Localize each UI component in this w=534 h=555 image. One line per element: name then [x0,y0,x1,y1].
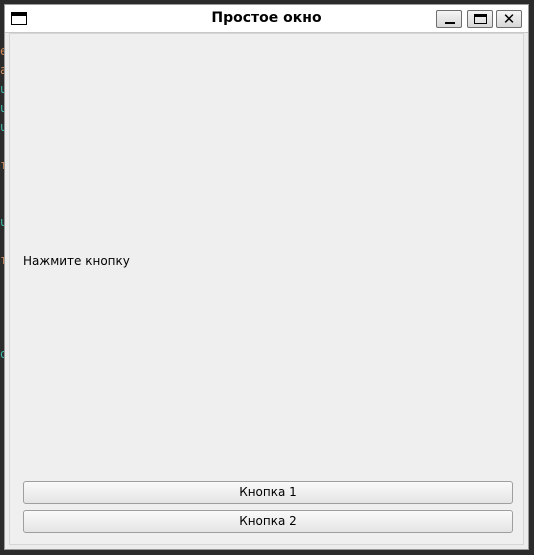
close-icon: ✕ [502,10,516,28]
prompt-label: Нажмите кнопку [23,254,130,268]
minimize-button[interactable] [436,10,462,28]
title-bar[interactable]: Простое окно ✕ [5,5,528,33]
close-button[interactable]: ✕ [496,10,522,28]
app-window: Простое окно ✕ Нажмите кнопку Кнопка 1 К… [4,4,529,550]
maximize-button[interactable] [467,10,493,28]
client-area: Нажмите кнопку Кнопка 1 Кнопка 2 [9,33,524,545]
button-1[interactable]: Кнопка 1 [23,481,513,504]
minimize-icon [445,22,455,24]
maximize-icon [474,14,487,24]
button-2[interactable]: Кнопка 2 [23,510,513,533]
